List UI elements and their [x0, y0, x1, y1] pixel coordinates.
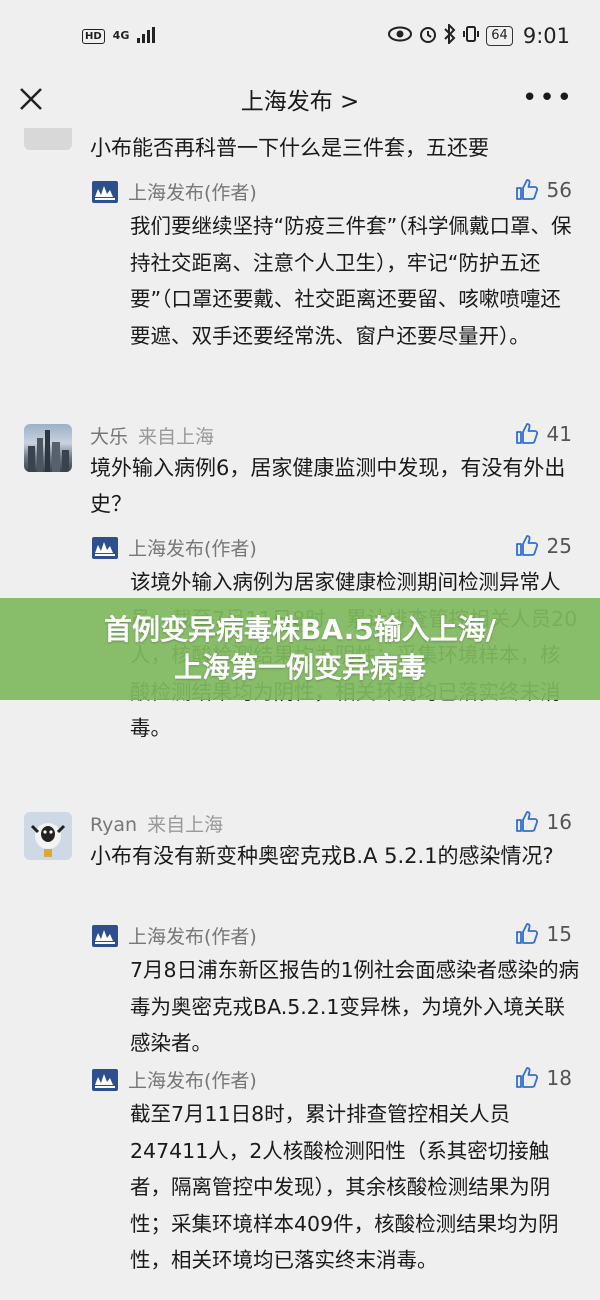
like-button[interactable]: 41 — [515, 422, 572, 446]
user-name: 大乐 — [90, 426, 129, 448]
shanghai-fabu-logo-icon — [92, 536, 118, 559]
reply-text: 我们要继续坚持“防疫三件套”（科学佩戴口罩、保持社交距离、注意个人卫生），牢记“… — [130, 214, 572, 348]
sheep-icon — [30, 823, 66, 857]
comment-list: 小布能否再科普一下什么是三件套，五还要 上海发布(作者) 56 我们要继续坚持“… — [0, 128, 600, 1300]
thumbs-up-icon — [515, 923, 538, 944]
like-button[interactable]: 16 — [515, 810, 572, 834]
thumbs-up-icon — [515, 423, 538, 444]
reply-author: 上海发布(作者) — [128, 538, 257, 560]
reply-header: 上海发布(作者) — [92, 534, 257, 561]
alarm-icon — [418, 24, 438, 49]
status-bar: HD 4G 64 9:01 — [0, 0, 600, 72]
more-icon[interactable]: ••• — [522, 85, 574, 111]
like-count: 15 — [546, 922, 572, 946]
like-count: 41 — [546, 422, 572, 446]
shanghai-fabu-logo-icon — [92, 180, 118, 203]
like-count: 16 — [546, 810, 572, 834]
avatar[interactable] — [24, 128, 72, 150]
comment-user: 大乐 来自上海 — [90, 422, 214, 449]
avatar[interactable] — [24, 812, 72, 860]
shanghai-fabu-logo-icon — [92, 924, 118, 947]
like-button[interactable]: 15 — [515, 922, 572, 946]
page-title[interactable]: 上海发布 > — [0, 82, 600, 116]
reply-header: 上海发布(作者) — [92, 922, 257, 949]
user-location: 来自上海 — [147, 814, 224, 836]
signal-icon — [137, 26, 156, 46]
like-count: 25 — [546, 534, 572, 558]
thumbs-up-icon — [515, 179, 538, 200]
thumbs-up-icon — [515, 1067, 538, 1088]
like-button[interactable]: 18 — [515, 1066, 572, 1090]
city-skyline-icon — [28, 430, 69, 472]
status-time: 9:01 — [522, 24, 570, 48]
like-button[interactable]: 56 — [515, 178, 572, 202]
battery-icon: 64 — [486, 26, 513, 46]
comment-text: 小布能否再科普一下什么是三件套，五还要 — [90, 136, 489, 160]
like-count: 18 — [546, 1066, 572, 1090]
user-name: Ryan — [90, 814, 138, 836]
reply-author: 上海发布(作者) — [128, 182, 257, 204]
banner-line-2: 上海第一例变异病毒 — [173, 651, 426, 684]
comment-user: Ryan 来自上海 — [90, 810, 223, 837]
eye-icon — [388, 26, 413, 47]
vibrate-icon — [462, 25, 480, 48]
user-location: 来自上海 — [138, 426, 215, 448]
reply-author: 上海发布(作者) — [128, 926, 257, 948]
reply-text: 7月8日浦东新区报告的1例社会面感染者感染的病毒为奥密克戎BA.5.2.1变异株… — [130, 958, 580, 1055]
comment-text: 小布有没有新变种奥密克戎B.A 5.2.1的感染情况? — [90, 844, 554, 868]
reply-header: 上海发布(作者) — [92, 178, 257, 205]
headline-banner: 首例变异病毒株BA.5输入上海/ 上海第一例变异病毒 — [0, 598, 600, 700]
nav-bar: 上海发布 > ••• — [0, 72, 600, 128]
status-right: 64 9:01 — [388, 22, 570, 49]
reply-author: 上海发布(作者) — [128, 1070, 257, 1092]
comment-text: 境外输入病例6，居家健康监测中发现，有没有外出史？ — [90, 456, 566, 516]
reply-text: 截至7月11日8时，累计排查管控相关人员247411人，2人核酸检测阳性（系其密… — [130, 1102, 559, 1272]
status-left: HD 4G — [82, 26, 156, 46]
avatar[interactable] — [24, 424, 72, 472]
thumbs-up-icon — [515, 535, 538, 556]
network-label: 4G — [112, 29, 130, 42]
bluetooth-icon — [444, 22, 456, 49]
hd-badge: HD — [82, 28, 105, 44]
shanghai-fabu-logo-icon — [92, 1068, 118, 1091]
thumbs-up-icon — [515, 811, 538, 832]
banner-line-1: 首例变异病毒株BA.5输入上海/ — [104, 613, 496, 646]
like-count: 56 — [546, 178, 572, 202]
reply-header: 上海发布(作者) — [92, 1066, 257, 1093]
like-button[interactable]: 25 — [515, 534, 572, 558]
